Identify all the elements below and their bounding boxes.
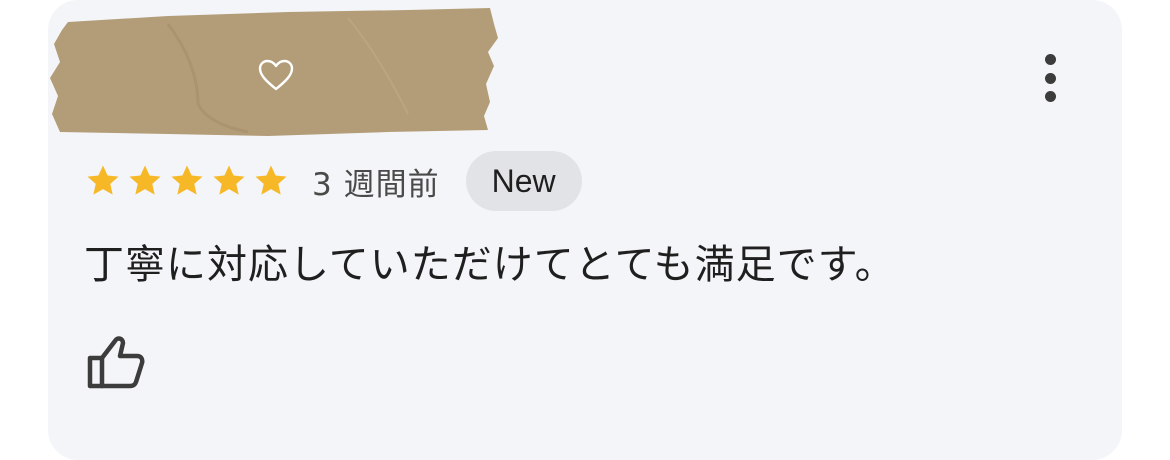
more-vertical-icon	[1044, 54, 1056, 65]
star-icon	[87, 165, 119, 195]
star-icon	[255, 165, 287, 195]
star-rating	[84, 162, 290, 200]
star-icon	[213, 165, 245, 195]
star-icon	[129, 165, 161, 195]
review-time: 3 週間前	[312, 166, 440, 203]
review-text: 丁寧に対応していただけてとても満足です。	[84, 242, 896, 288]
heart-outline-icon	[258, 59, 294, 91]
star-icon	[171, 165, 203, 195]
more-options-button[interactable]	[1030, 50, 1070, 106]
new-badge: New	[465, 151, 582, 211]
thumbs-up-icon[interactable]	[82, 332, 146, 392]
review-meta: 3 週間前 New	[84, 150, 582, 212]
